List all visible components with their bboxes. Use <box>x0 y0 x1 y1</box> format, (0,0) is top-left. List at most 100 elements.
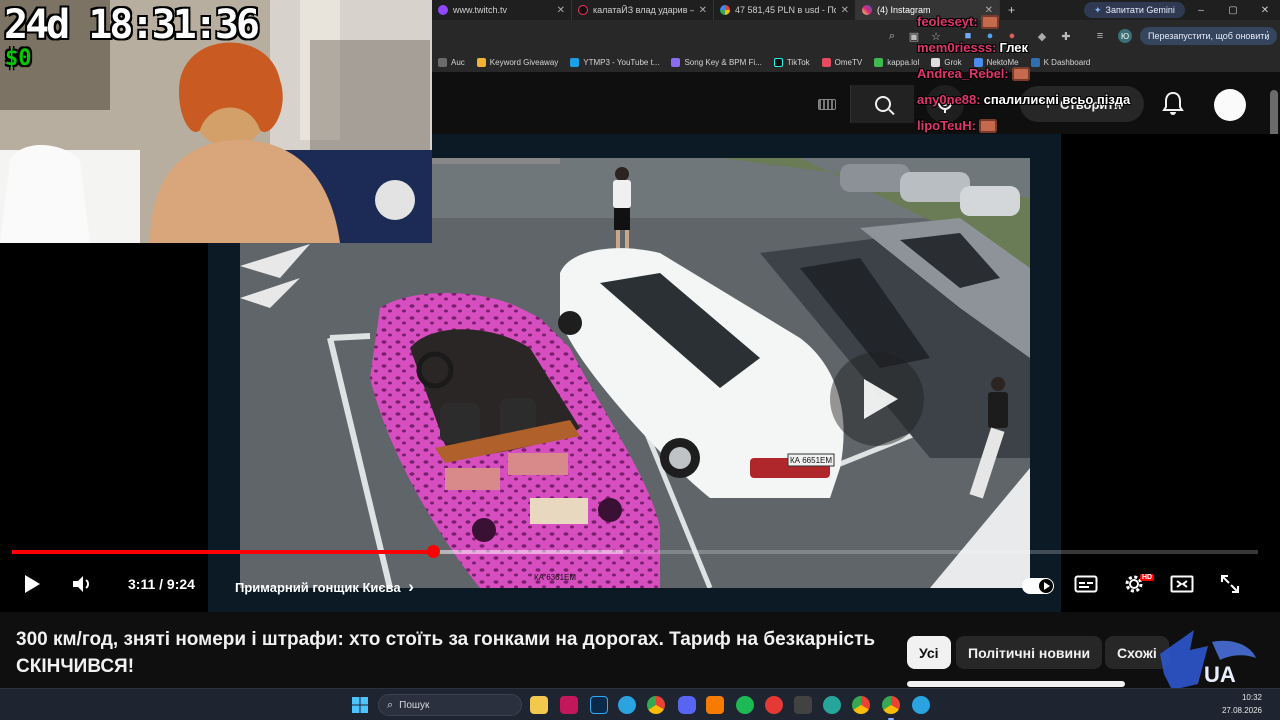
license-plate-white-car: КА 6651ЕМ <box>790 456 832 465</box>
tab-tiktok[interactable]: калатаЙЗ влад ударив — ... ✕ <box>572 0 714 20</box>
puzzle-icon[interactable]: ✚ <box>1060 30 1072 43</box>
bookmark-label: TikTok <box>786 57 810 67</box>
subtitles-icon <box>1074 575 1098 593</box>
chapter-title: Примарний гонщик Києва <box>235 580 401 595</box>
system-clock[interactable]: 10:32 27.08.2026 <box>1206 691 1262 717</box>
search-button[interactable] <box>850 85 914 123</box>
telegram-icon[interactable] <box>912 696 930 714</box>
play-overlay-button[interactable] <box>830 352 924 446</box>
file-explorer-icon[interactable] <box>530 696 548 714</box>
current-time: 3:11 <box>128 576 156 592</box>
autoplay-play-icon <box>1039 579 1053 593</box>
screen: www.twitch.tv ✕ калатаЙЗ влад ударив — .… <box>0 0 1280 720</box>
bell-icon <box>1162 91 1184 115</box>
bookmark-item[interactable]: Keyword Giveaway <box>471 57 564 67</box>
extension-icon[interactable]: ◆ <box>1036 30 1048 43</box>
bookmarks-bar: Auc Keyword Giveaway YTMP3 - YouTube t..… <box>432 52 1280 72</box>
chat-text: Глек <box>999 40 1029 55</box>
discord-icon[interactable] <box>678 696 696 714</box>
chapter-title-button[interactable]: Примарний гонщик Києва › <box>235 577 414 597</box>
profile-avatar[interactable]: Ю <box>1118 29 1132 43</box>
chat-message: any0ne88: спалилиємі всьо пізда <box>917 92 1130 107</box>
restart-to-update-button[interactable]: Перезапустити, щоб оновити <box>1140 27 1278 45</box>
bookmark-label: YTMP3 - YouTube t... <box>583 57 660 67</box>
minimize-button[interactable]: – <box>1186 0 1216 20</box>
zoom-icon[interactable]: ⌕ <box>886 30 898 42</box>
autoplay-toggle[interactable] <box>1022 578 1054 594</box>
miniplayer-button[interactable] <box>1164 566 1200 602</box>
chrome-icon[interactable] <box>852 696 870 714</box>
chrome-icon[interactable] <box>882 696 900 714</box>
emote-icon <box>980 14 999 29</box>
volume-button[interactable] <box>64 566 100 602</box>
clock-date: 27.08.2026 <box>1221 706 1262 715</box>
maximize-button[interactable]: ▢ <box>1218 0 1248 20</box>
bookmark-item[interactable]: Song Key & BPM Fi... <box>665 57 767 67</box>
instagram-icon <box>862 5 872 15</box>
app-icon[interactable] <box>823 696 841 714</box>
app-icon[interactable] <box>765 696 783 714</box>
hd-badge: HD <box>1140 574 1155 581</box>
spotify-icon[interactable] <box>736 696 754 714</box>
ask-gemini-button[interactable]: ✦ Запитати Gemini <box>1084 2 1185 18</box>
tab-title: www.twitch.tv <box>453 5 508 15</box>
bookmark-item[interactable]: YTMP3 - YouTube t... <box>564 57 665 67</box>
new-tab-button[interactable]: + <box>1000 3 1023 17</box>
time-display: 3:11 / 9:24 <box>128 576 195 592</box>
chip-all[interactable]: Усі <box>907 636 951 669</box>
tiktok-icon <box>578 5 588 15</box>
tab-google[interactable]: 47 581,45 PLN в usd - Пош... ✕ <box>714 0 856 20</box>
notifications-button[interactable] <box>1158 88 1188 118</box>
app-icon[interactable] <box>794 696 812 714</box>
chat-message: lipoTeuH: <box>917 118 997 133</box>
subtitles-button[interactable] <box>1068 566 1104 602</box>
progress-bar[interactable] <box>12 545 1258 558</box>
bookmark-label: OmeTV <box>834 57 863 67</box>
stream-timer: 24d 18:31:36 <box>4 2 260 48</box>
chip-political-news[interactable]: Політичні новини <box>956 636 1103 669</box>
chat-text: спалилиємі всьо пізда <box>983 92 1131 107</box>
watermark-emblem-icon: UA <box>1160 630 1256 690</box>
time-separator: / <box>155 576 167 592</box>
reading-list-icon[interactable]: ≡ <box>1094 30 1106 42</box>
app-icon[interactable] <box>706 696 724 714</box>
chat-username: Andrea_Rebel: <box>917 66 1009 81</box>
close-icon[interactable]: ✕ <box>699 5 707 16</box>
webcam-overlay: 24d 18:31:36 $0 <box>0 0 432 243</box>
duration: 9:24 <box>166 576 195 592</box>
telegram-icon[interactable] <box>618 696 636 714</box>
taskbar-search-input[interactable]: ⌕ Пошук <box>378 694 522 716</box>
bookmark-item[interactable]: K Dashboard <box>1025 57 1097 67</box>
chat-username: any0ne88: <box>917 92 981 107</box>
settings-button[interactable] <box>1116 566 1152 602</box>
taskbar-search-placeholder: Пошук <box>399 699 430 711</box>
bookmark-favicon-icon <box>1030 57 1040 67</box>
windows-start-icon[interactable] <box>352 697 368 713</box>
bookmark-item[interactable]: Auc <box>432 57 471 67</box>
more-vert-icon[interactable]: ⋮ <box>1262 29 1273 42</box>
close-window-button[interactable]: ✕ <box>1250 0 1280 20</box>
close-icon[interactable]: ✕ <box>841 5 849 16</box>
bookmark-favicon-icon <box>671 57 681 67</box>
play-button[interactable] <box>14 566 50 602</box>
channel-watermark-logo[interactable]: UA <box>1150 624 1260 694</box>
progress-played <box>12 550 434 554</box>
close-icon[interactable]: ✕ <box>557 5 565 16</box>
browser-tab-bar: www.twitch.tv ✕ калатаЙЗ влад ударив — .… <box>432 0 1280 20</box>
bookmark-label: Auc <box>451 57 465 67</box>
tab-twitch[interactable]: www.twitch.tv ✕ <box>432 0 572 20</box>
account-avatar[interactable] <box>1214 89 1246 121</box>
fullscreen-button[interactable] <box>1212 566 1248 602</box>
tiktok-icon <box>773 57 783 67</box>
app-icon[interactable] <box>560 696 578 714</box>
bookmark-item[interactable]: OmeTV <box>816 57 869 67</box>
chevron-right-icon: › <box>408 577 414 596</box>
chrome-icon[interactable] <box>647 696 665 714</box>
bookmark-item[interactable]: TikTok <box>768 57 816 67</box>
bookmark-favicon-icon <box>874 57 884 67</box>
chat-username: mem0riesss: <box>917 40 997 55</box>
photoshop-icon[interactable] <box>590 696 608 714</box>
gemini-icon: ✦ <box>1094 4 1102 15</box>
keyboard-icon[interactable] <box>818 99 836 110</box>
chat-message: Andrea_Rebel: <box>917 66 1030 81</box>
